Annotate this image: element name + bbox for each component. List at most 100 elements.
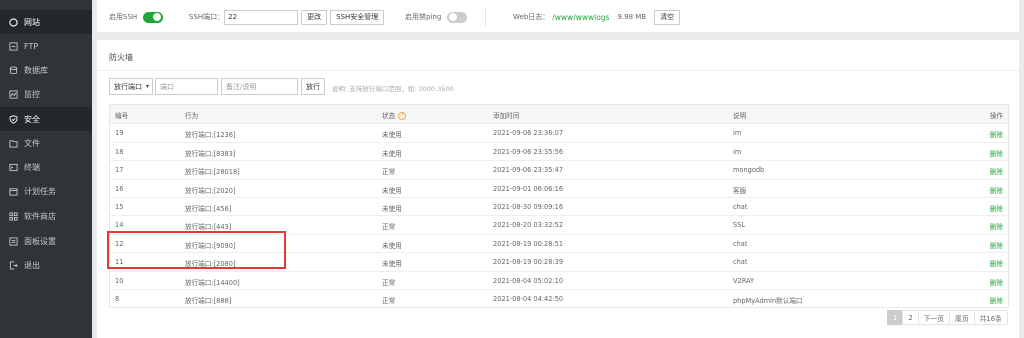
page-2[interactable]: 2 [902, 310, 919, 325]
ssh-toggle-group: 启用SSH [109, 10, 164, 24]
cell-status: 未使用 [382, 131, 402, 140]
rule-type-value: 放行端口 [114, 82, 142, 91]
divider [485, 8, 486, 26]
help-icon[interactable]: ? [398, 112, 407, 120]
rule-type-select[interactable]: 放行端口 ▾ [109, 78, 153, 95]
ping-toggle[interactable] [447, 11, 468, 23]
sidebar-item-cron[interactable]: 计划任务 [0, 179, 92, 203]
chevron-down-icon: ▾ [146, 83, 150, 90]
cell-action: 放行端口:[1236] [185, 131, 236, 140]
sidebar-item-database[interactable]: 数据库 [0, 58, 92, 82]
cell-note: V2RAY [733, 276, 755, 285]
cell-note: mongodb [733, 166, 765, 175]
delete-link[interactable]: 删除 [990, 277, 1003, 287]
cell-time: 2021-08-20 03:32:52 [493, 221, 564, 230]
web-log-label: Web日志： [513, 13, 550, 21]
cell-action: 放行端口:[28018] [185, 168, 240, 177]
cell-note: chat [733, 202, 748, 211]
table-row: 8 放行端口:[888] 正常 2021-08-04 04:42:50 phpM… [110, 288, 1008, 307]
sidebar-item-label: 监控 [24, 89, 40, 99]
port-input-placeholder: 端口 [160, 82, 174, 91]
cell-id: 14 [115, 221, 124, 230]
cell-id: 19 [115, 129, 124, 138]
ftp-icon [9, 41, 18, 51]
delete-link[interactable]: 删除 [990, 240, 1003, 250]
cell-status: 正常 [382, 296, 396, 305]
cell-time: 2021-09-01 06:06:16 [493, 184, 564, 193]
sidebar-item-label: FTP [24, 41, 39, 51]
cell-id: 8 [115, 294, 120, 303]
cell-id: 17 [115, 166, 124, 175]
delete-link[interactable]: 删除 [990, 203, 1003, 213]
allow-port-label: 放行 [306, 82, 320, 91]
sidebar-item-label: 网站 [24, 17, 40, 27]
cell-id: 10 [115, 276, 124, 285]
divider [97, 70, 1019, 71]
note-input[interactable]: 备注/说明 [221, 78, 298, 95]
sidebar-item-store[interactable]: 软件商店 [0, 204, 92, 228]
sidebar-item-files[interactable]: 文件 [0, 131, 92, 155]
port-input[interactable]: 端口 [155, 78, 218, 95]
cell-status: 未使用 [382, 149, 402, 158]
delete-link[interactable]: 删除 [990, 129, 1003, 139]
cell-note: chat [733, 258, 748, 267]
web-log-size: 9.98 MB [617, 13, 647, 21]
ping-toggle-group: 启用禁ping [405, 10, 468, 24]
ssh-manage-button[interactable]: SSH安全管理 [330, 9, 385, 25]
cell-status: 未使用 [382, 186, 402, 195]
cell-time: 2021-09-06 23:36:07 [493, 129, 564, 138]
cell-action: 放行端口:[443] [185, 223, 232, 232]
sidebar-item-monitor[interactable]: 监控 [0, 82, 92, 106]
logout-icon [9, 260, 18, 270]
table-row: 10 放行端口:[14400] 正常 2021-08-04 05:02:10 V… [110, 270, 1008, 289]
pagination: 1 2 下一页 尾页 共16条 [887, 310, 1008, 325]
cell-note: phpMyAdmin默认端口 [733, 296, 803, 305]
col-action: 行为 [185, 112, 199, 120]
delete-link[interactable]: 删除 [990, 295, 1003, 305]
change-port-button[interactable]: 更改 [301, 9, 328, 25]
sidebar-item-ftp[interactable]: FTP [0, 34, 92, 58]
sidebar-item-label: 计划任务 [24, 186, 56, 196]
highlight-box [107, 231, 286, 269]
cell-status: 未使用 [382, 260, 402, 269]
ssh-toggle[interactable] [143, 11, 164, 23]
cell-time: 2021-08-19 00:28:39 [493, 258, 564, 267]
web-log-path[interactable]: /www/wwwlogs [552, 13, 609, 22]
delete-link[interactable]: 删除 [990, 185, 1003, 195]
cell-status: 未使用 [382, 241, 402, 250]
sidebar-item-settings[interactable]: 面板设置 [0, 229, 92, 253]
sidebar-item-website[interactable]: 网站 [0, 10, 92, 34]
ssh-port-input[interactable]: 22 [224, 9, 299, 25]
delete-link[interactable]: 删除 [990, 258, 1003, 268]
col-status: 状态? [382, 110, 407, 120]
monitor-icon [9, 89, 18, 99]
col-op: 操作 [989, 112, 1003, 120]
page-1[interactable]: 1 [887, 310, 904, 325]
delete-link[interactable]: 删除 [990, 221, 1003, 231]
cell-time: 2021-09-06 23:35:47 [493, 166, 564, 175]
delete-link[interactable]: 删除 [990, 148, 1003, 158]
last-page-button[interactable]: 尾页 [949, 310, 975, 325]
cell-id: 15 [115, 202, 124, 211]
security-toolbar: 启用SSH SSH端口： 22 更改 SSH安全管理 启用禁ping Web日志… [97, 0, 1019, 32]
sidebar-item-terminal[interactable]: 终端 [0, 155, 92, 179]
sidebar-item-label: 退出 [24, 260, 40, 270]
page-title: 防火墙 [109, 53, 133, 62]
clear-log-button[interactable]: 清空 [654, 9, 681, 25]
allow-port-button[interactable]: 放行 [301, 78, 325, 95]
sidebar-item-security[interactable]: 安全 [0, 107, 92, 131]
cell-note: SSL [733, 221, 746, 230]
delete-link[interactable]: 删除 [990, 166, 1003, 176]
cell-status: 正常 [382, 223, 396, 232]
terminal-icon [9, 163, 18, 172]
sidebar-item-label: 终端 [24, 162, 40, 172]
next-page-button[interactable]: 下一页 [917, 310, 951, 325]
table-row: 17 放行端口:[28018] 正常 2021-09-06 23:35:47 m… [110, 160, 1008, 178]
sidebar: 网站 FTP 数据库 监控 安全 文件 终端 计划任务 软件商店 面板设置 退出 [0, 0, 92, 338]
web-log-group: Web日志： /www/wwwlogs 9.98 MB 清空 [513, 9, 681, 25]
cell-time: 2021-08-19 00:28:51 [493, 239, 564, 248]
sidebar-item-logout[interactable]: 退出 [0, 253, 92, 277]
calendar-icon [9, 187, 18, 196]
database-icon [9, 65, 18, 75]
folder-icon [9, 139, 18, 148]
